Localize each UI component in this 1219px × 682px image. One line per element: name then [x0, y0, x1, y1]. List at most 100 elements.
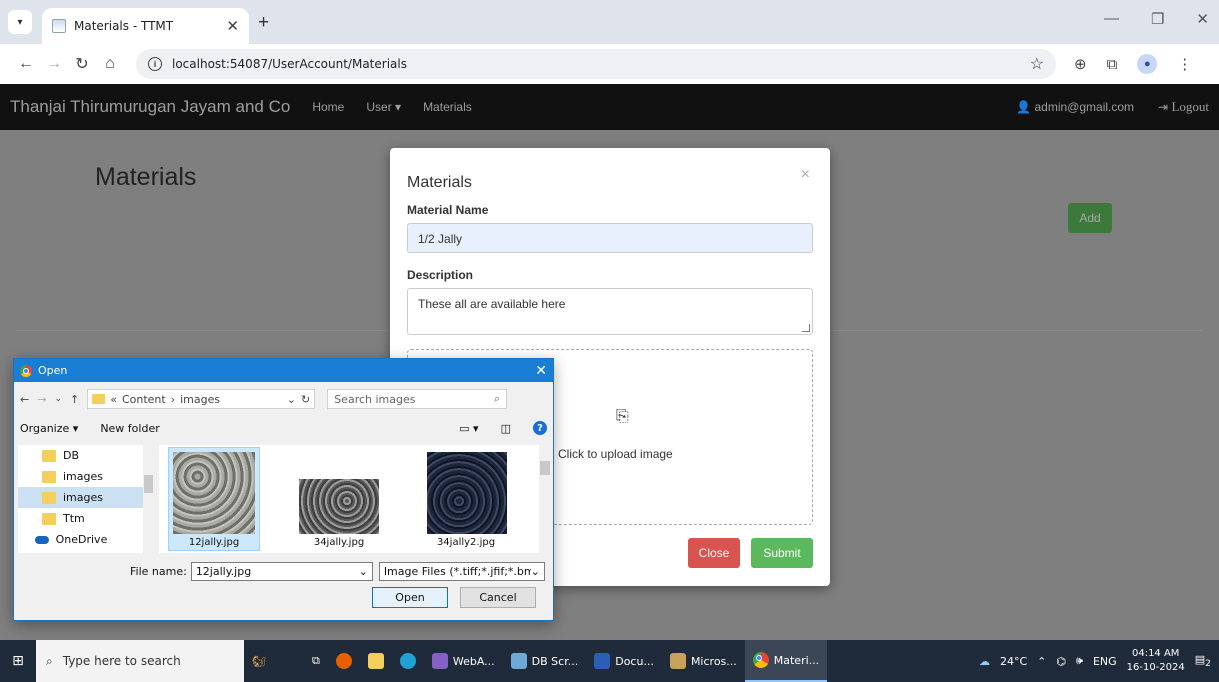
nav-home[interactable]: Home [312, 100, 344, 114]
nav-user-account[interactable]: 👤 admin@gmail.com [1016, 100, 1134, 114]
restore-icon[interactable]: ❐ [1151, 10, 1164, 28]
dialog-titlebar[interactable]: Open ✕ [14, 359, 553, 382]
volume-icon[interactable]: 🕪 [1076, 654, 1083, 668]
close-button[interactable]: Close [688, 538, 740, 568]
preview-pane-icon[interactable]: ◫ [501, 422, 511, 435]
new-folder-button[interactable]: New folder [100, 422, 159, 435]
profile-avatar-icon[interactable]: ● [1137, 54, 1158, 74]
chevron-down-icon[interactable]: ⌄ [359, 565, 368, 578]
dialog-recent-icon[interactable]: ⌄ [54, 394, 62, 404]
reload-icon[interactable]: ↻ [68, 54, 96, 74]
tree-item-label: images [63, 470, 103, 483]
network-icon[interactable]: ⌬ [1056, 655, 1066, 668]
search-highlight-image[interactable]: 🐿 [244, 640, 304, 682]
task-view-icon[interactable]: ⧉ [304, 640, 328, 682]
taskbar-app-db-script[interactable]: DB Scr... [503, 640, 587, 682]
tree-item-onedrive[interactable]: ›OneDrive [18, 529, 154, 550]
taskbar-app-visual-studio[interactable]: WebA... [424, 640, 503, 682]
browser-menu-icon[interactable]: ⋮ [1177, 55, 1192, 73]
taskbar-app-chrome[interactable]: Materi... [744, 640, 828, 682]
upload-image-icon: ⎘ [616, 408, 629, 425]
path-images[interactable]: images [180, 393, 220, 406]
tree-item-label: Ttm [63, 512, 85, 525]
extension-globe-icon[interactable]: ⊕ [1074, 55, 1087, 73]
tree-item-images-selected[interactable]: images [18, 487, 154, 508]
back-icon[interactable]: ← [12, 55, 40, 73]
modal-close-icon[interactable]: × [801, 166, 810, 184]
taskbar-app-microsoft[interactable]: Micros... [662, 640, 745, 682]
dialog-up-icon[interactable]: ↑ [70, 393, 79, 406]
tray-overflow-icon[interactable]: ⌃ [1037, 655, 1046, 668]
path-prefix: « [110, 392, 117, 406]
scroll-thumb[interactable] [540, 461, 550, 475]
notification-center-icon[interactable]: ▤2 [1195, 653, 1211, 669]
tree-item-ttm[interactable]: Ttm [18, 508, 154, 529]
material-name-input[interactable]: 1/2 Jally [407, 223, 813, 253]
clock[interactable]: 04:14 AM 16-10-2024 [1127, 647, 1185, 675]
user-email: admin@gmail.com [1034, 100, 1135, 114]
windows-start-icon[interactable]: ⊞ [0, 653, 36, 669]
cancel-button[interactable]: Cancel [460, 587, 536, 608]
firefox-icon[interactable] [328, 640, 360, 682]
file-type-select[interactable]: Image Files (*.tiff;*.jfif;*.bmp;*.g ⌄ [378, 562, 545, 581]
nav-logout[interactable]: ⇥ Logout [1158, 99, 1209, 115]
onedrive-icon [34, 535, 49, 544]
file-item-12jally[interactable]: 12jally.jpg [168, 447, 260, 551]
bookmark-star-icon[interactable]: ☆ [1030, 54, 1044, 74]
tree-scrollbar[interactable] [143, 445, 154, 553]
view-options-icon[interactable]: ▭ ▾ [459, 422, 478, 435]
description-textarea[interactable]: These all are available here [407, 288, 813, 335]
taskbar-app-word[interactable]: Docu... [586, 640, 662, 682]
organize-button[interactable]: Organize ▾ [20, 422, 78, 435]
sql-server-icon [669, 653, 686, 669]
dialog-back-icon[interactable]: ← [20, 393, 29, 406]
dialog-close-icon[interactable]: ✕ [535, 363, 547, 379]
home-icon[interactable]: ⌂ [96, 55, 124, 73]
windows-taskbar: ⊞ ⌕ Type here to search 🐿 ⧉ WebA... DB S… [0, 640, 1219, 682]
path-dropdown-icon[interactable]: ⌄ [287, 393, 296, 406]
forward-icon[interactable]: → [40, 55, 68, 73]
new-tab-icon[interactable]: + [258, 12, 269, 34]
tree-item-db[interactable]: DB [18, 445, 154, 466]
path-refresh-icon[interactable]: ↻ [301, 393, 310, 406]
file-item-34jally2[interactable]: 34jally2.jpg [421, 449, 511, 549]
app-navbar: Thanjai Thirumurugan Jayam and Co Home U… [0, 84, 1219, 130]
address-bar[interactable]: i localhost:54087/UserAccount/Materials … [136, 49, 1056, 79]
edge-icon[interactable] [392, 640, 424, 682]
taskbar-search-input[interactable]: ⌕ Type here to search [36, 640, 244, 682]
tab-close-icon[interactable]: ✕ [226, 17, 239, 35]
clock-time: 04:14 AM [1131, 648, 1180, 659]
dialog-search-input[interactable]: Search images ⌕ [327, 389, 508, 409]
nav-user-dropdown[interactable]: User ▾ [366, 100, 401, 114]
open-button[interactable]: Open [372, 587, 448, 608]
file-name-value: 12jally.jpg [195, 565, 252, 578]
file-item-34jally[interactable]: 34jally.jpg [294, 449, 384, 549]
brand-link[interactable]: Thanjai Thirumurugan Jayam and Co [10, 97, 290, 117]
submit-button[interactable]: Submit [751, 538, 813, 568]
file-name-input[interactable]: 12jally.jpg ⌄ [190, 562, 373, 581]
tab-search-button[interactable]: ▾ [8, 10, 32, 34]
file-explorer-icon[interactable] [360, 640, 392, 682]
resize-handle-icon[interactable] [802, 324, 810, 332]
browser-tabstrip: ▾ Materials - TTMT ✕ + — ❐ ✕ [0, 0, 1219, 44]
browser-tab[interactable]: Materials - TTMT ✕ [42, 8, 249, 44]
weather-temp[interactable]: 24°C [1000, 655, 1027, 668]
help-icon[interactable]: ? [533, 421, 547, 435]
language-indicator[interactable]: ENG [1093, 655, 1117, 668]
minimize-icon[interactable]: — [1104, 10, 1119, 28]
dialog-path-bar[interactable]: « Content › images ⌄ ↻ [87, 389, 316, 409]
extensions-puzzle-icon[interactable]: ⧉ [1107, 56, 1118, 73]
description-label: Description [407, 268, 474, 282]
tree-item-label: OneDrive [55, 533, 108, 546]
scroll-thumb[interactable] [144, 475, 153, 493]
nav-materials[interactable]: Materials [423, 100, 472, 114]
weather-icon[interactable]: ☁ [979, 655, 990, 668]
file-list-scrollbar[interactable] [539, 445, 551, 553]
tree-item-images[interactable]: images [18, 466, 154, 487]
site-info-icon[interactable]: i [148, 57, 162, 71]
path-content[interactable]: Content [122, 393, 166, 406]
window-close-icon[interactable]: ✕ [1196, 10, 1209, 28]
add-button[interactable]: Add [1068, 203, 1112, 233]
dialog-forward-icon[interactable]: → [37, 393, 46, 406]
ssms-icon [510, 653, 527, 669]
